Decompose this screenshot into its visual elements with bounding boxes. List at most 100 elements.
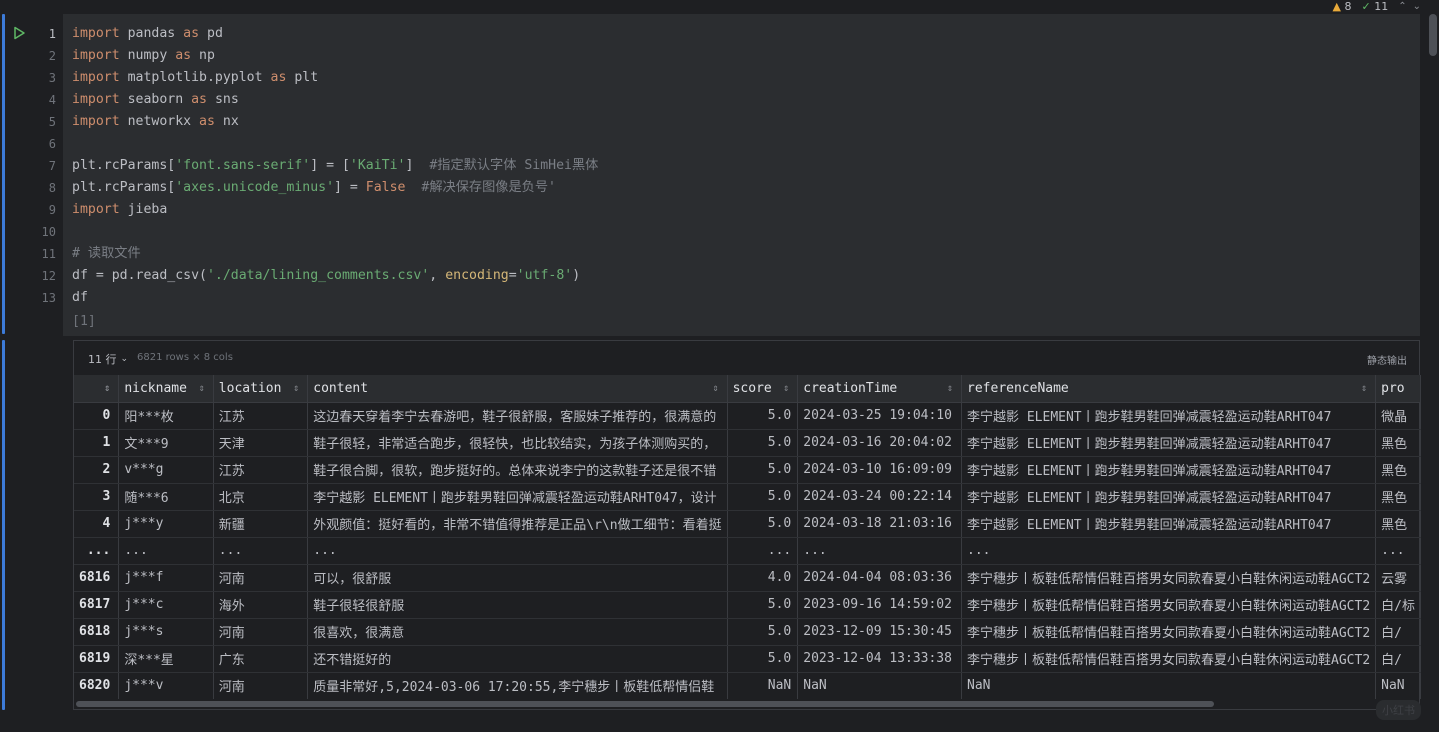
code-line[interactable]: df	[72, 287, 88, 309]
run-cell-icon[interactable]	[12, 26, 26, 40]
column-header-label: referenceName	[967, 380, 1069, 396]
horizontal-scroll-thumb[interactable]	[76, 701, 1214, 707]
line-number: 7	[48, 159, 56, 173]
table-cell: 4.0	[727, 564, 799, 592]
output-selection-marker[interactable]	[2, 340, 5, 710]
table-cell: 白/	[1375, 645, 1421, 673]
table-cell: NaN	[797, 672, 963, 699]
table-cell: 6820	[74, 672, 120, 699]
code-line[interactable]: plt.rcParams['axes.unicode_minus'] = Fal…	[72, 177, 556, 199]
sort-icon[interactable]: ⇕	[947, 375, 953, 401]
static-output-button[interactable]: 静态输出	[1367, 352, 1407, 367]
table-cell: 2023-12-09 15:30:45	[797, 618, 963, 646]
line-number: 1	[48, 27, 56, 41]
chevron-up-icon[interactable]: ⌃	[1398, 1, 1412, 12]
sort-icon[interactable]: ⇕	[199, 375, 205, 401]
column-header[interactable]: creationTime ⇕	[797, 375, 963, 403]
table-row[interactable]: 6817 j***c 海外 鞋子很轻很舒服 5.0 2023-09-16 14:59:02…	[74, 591, 1421, 619]
column-header-label: nickname	[124, 380, 187, 396]
sort-icon[interactable]: ⇕	[783, 375, 789, 401]
table-cell: 质量非常好,5,2024-03-06 17:20:55,李宁穗步丨板鞋低帮情侣鞋	[307, 672, 728, 699]
table-cell: 李宁越影 ELEMENT丨跑步鞋男鞋回弹减震轻盈运动鞋ARHT047	[961, 429, 1377, 457]
warning-indicator[interactable]: ▲ 8	[1333, 0, 1352, 13]
vertical-scrollbar[interactable]	[1429, 14, 1437, 56]
table-cell: j***f	[118, 564, 214, 592]
table-cell: 北京	[213, 483, 309, 511]
table-row[interactable]: 3 随***6 北京 李宁越影 ELEMENT丨跑步鞋男鞋回弹减震轻盈运动鞋ARHT0…	[74, 483, 1421, 511]
code-token: numpy	[119, 48, 176, 63]
navigate-arrows[interactable]: ⌃⌄	[1398, 1, 1427, 12]
table-row[interactable]: 6819 深***星 广东 还不错挺好的 5.0 2023-12-04 13:33:38 李…	[74, 645, 1421, 673]
column-header[interactable]: content ⇕	[307, 375, 728, 403]
check-icon: ✓	[1361, 0, 1371, 13]
sort-icon[interactable]: ⇕	[293, 375, 299, 401]
line-number: 5	[48, 115, 56, 129]
dataframe-shape: 6821 rows × 8 cols	[137, 352, 233, 363]
code-line[interactable]: import matplotlib.pyplot as plt	[72, 67, 318, 89]
column-header[interactable]: location ⇕	[213, 375, 309, 403]
warning-icon: ▲	[1332, 0, 1341, 13]
column-header[interactable]: referenceName ⇕	[961, 375, 1377, 403]
code-token: as	[270, 70, 287, 85]
line-number: 2	[48, 49, 56, 63]
table-cell: 河南	[213, 564, 309, 592]
watermark: 小红书	[1376, 700, 1421, 720]
cell-selection-marker[interactable]	[2, 14, 5, 334]
code-token: ] = [	[310, 158, 350, 173]
code-token: import	[72, 26, 120, 41]
table-row[interactable]: 0 阳***枚 江苏 这边春天穿着李宁去春游吧，鞋子很舒服，客服妹子推荐的，很满意的 5…	[74, 402, 1421, 430]
dataframe-output: 11 行 ⌄ 6821 rows × 8 cols 静态输出 ⇕ nickname…	[73, 340, 1421, 710]
check-count: 11	[1374, 0, 1389, 13]
table-cell: ...	[727, 537, 799, 565]
code-cell[interactable]: [1] import pandas as pd import numpy as n…	[63, 14, 1420, 336]
table-cell: 2024-03-24 00:22:14	[797, 483, 963, 511]
code-line[interactable]: # 读取文件	[72, 243, 141, 265]
rows-per-page-select[interactable]: 11 行 ⌄	[88, 351, 128, 367]
table-cell: 文***9	[118, 429, 214, 457]
code-line[interactable]: plt.rcParams['font.sans-serif'] = ['KaiT…	[72, 155, 598, 177]
line-number: 13	[41, 291, 56, 305]
column-header[interactable]: score ⇕	[727, 375, 799, 403]
code-line[interactable]: import pandas as pd	[72, 23, 223, 45]
table-viewport[interactable]: ⇕ nickname ⇕ location ⇕ content ⇕ score ⇕ creatio…	[74, 375, 1421, 699]
table-row[interactable]: 4 j***y 新疆 外观颜值：挺好看的，非常不错值得推荐是正品\r\n做工细节：看着…	[74, 510, 1421, 538]
table-row[interactable]: ........................	[74, 537, 1421, 565]
table-row[interactable]: 6816 j***f 河南 可以，很舒服 4.0 2024-04-04 08:03:36 李…	[74, 564, 1421, 592]
table-cell: 海外	[213, 591, 309, 619]
column-header[interactable]: pro	[1375, 375, 1421, 403]
code-token: jieba	[119, 202, 168, 217]
table-row[interactable]: 6818 j***s 河南 很喜欢，很满意 5.0 2023-12-09 15:30:45…	[74, 618, 1421, 646]
chevron-down-icon: ⌄	[120, 354, 129, 364]
table-cell: j***v	[118, 672, 214, 699]
table-row[interactable]: 2 v***g 江苏 鞋子很合脚，很软，跑步挺好的。总体来说李宁的这款鞋子还是很不错 5…	[74, 456, 1421, 484]
table-cell: ...	[1375, 537, 1421, 565]
code-token: './data/lining_comments.csv'	[206, 268, 430, 283]
sort-icon[interactable]: ⇕	[713, 375, 719, 401]
table-cell: 黑色	[1375, 483, 1421, 511]
inspection-status[interactable]: ▲ 8 ✓ 11 ⌃⌄	[1333, 0, 1427, 13]
rows-select-label: 11 行	[88, 353, 117, 366]
chevron-down-icon[interactable]: ⌄	[1413, 1, 1427, 12]
table-cell: ...	[213, 537, 309, 565]
code-token: import	[72, 202, 120, 217]
code-token: np	[191, 48, 215, 63]
code-line[interactable]: import networkx as nx	[72, 111, 239, 133]
table-row[interactable]: 6820 j***v 河南 质量非常好,5,2024-03-06 17:20:55,李…	[74, 672, 1421, 699]
column-header[interactable]: ⇕	[74, 375, 120, 403]
horizontal-scrollbar[interactable]	[74, 699, 1419, 709]
sort-icon[interactable]: ⇕	[104, 375, 110, 401]
column-header[interactable]: nickname ⇕	[118, 375, 214, 403]
code-line[interactable]: import numpy as np	[72, 45, 215, 67]
code-token: #解决保存图像是负号'	[421, 180, 556, 195]
code-token: sns	[207, 92, 239, 107]
code-line[interactable]: df = pd.read_csv('./data/lining_comments…	[72, 265, 580, 287]
check-indicator[interactable]: ✓ 11	[1362, 0, 1389, 13]
code-line[interactable]: import jieba	[72, 199, 167, 221]
table-row[interactable]: 1 文***9 天津 鞋子很轻，非常适合跑步，很轻快，也比较结实，为孩子体测购买的， 5…	[74, 429, 1421, 457]
sort-icon[interactable]: ⇕	[1361, 375, 1367, 401]
code-line[interactable]: import seaborn as sns	[72, 89, 239, 111]
code-token: )	[572, 268, 581, 283]
table-cell: 云雾	[1375, 564, 1421, 592]
table-cell: 6817	[74, 591, 120, 619]
